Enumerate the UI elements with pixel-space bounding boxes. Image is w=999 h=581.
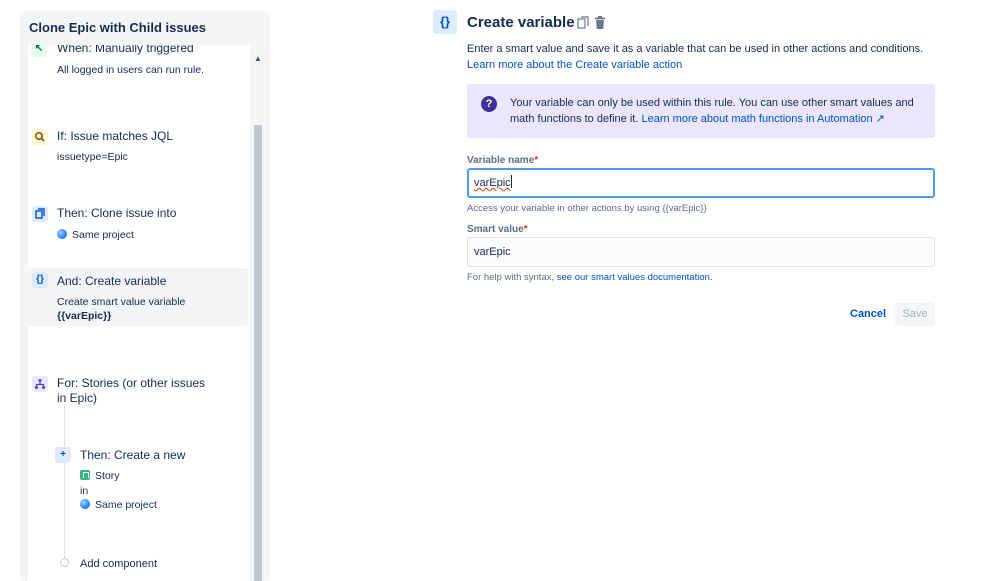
- globe-icon: [57, 229, 67, 239]
- search-icon: [32, 129, 48, 145]
- condition-title: If: Issue matches JQL: [57, 129, 174, 143]
- create-issue-project: Same project: [80, 498, 157, 512]
- branch-title-line1: For: Stories (or other issues: [57, 376, 206, 390]
- plus-icon: +: [55, 447, 71, 463]
- rule-item-create-variable[interactable]: {} And: Create variable Create smart val…: [28, 268, 248, 326]
- story-icon: [80, 470, 90, 480]
- create-issue-type: Story: [80, 469, 120, 483]
- rule-item-create-issue[interactable]: + Then: Create a new Story in Same proje…: [52, 439, 242, 519]
- copy-icon[interactable]: [577, 16, 589, 29]
- rule-item-branch[interactable]: For: Stories (or other issues in Epic): [28, 363, 248, 405]
- smart-value-label: Smart value*: [467, 224, 528, 235]
- cancel-button[interactable]: Cancel: [842, 303, 894, 325]
- trash-icon[interactable]: [594, 16, 606, 29]
- variable-name-input[interactable]: varEpic: [467, 168, 935, 198]
- branch-title-line2: in Epic): [57, 391, 98, 405]
- create-issue-in: in: [80, 485, 89, 497]
- config-title: Create variable: [467, 14, 575, 31]
- clone-subtitle: Same project: [57, 228, 134, 242]
- rule-panel: Clone Epic with Child issues ↖ When: Man…: [20, 11, 270, 581]
- add-component-dot: [60, 558, 69, 567]
- math-functions-link[interactable]: Learn more about math functions in Autom…: [641, 113, 884, 125]
- rule-item-clone[interactable]: Then: Clone issue into Same project: [28, 195, 248, 247]
- variable-name-label: Variable name*: [467, 155, 539, 166]
- rule-item-condition[interactable]: If: Issue matches JQL issuetype=Epic: [28, 117, 248, 169]
- smart-value-input[interactable]: varEpic: [467, 237, 935, 267]
- create-variable-subtitle: Create smart value variable: [57, 296, 186, 308]
- branch-icon: [32, 376, 48, 392]
- braces-icon: {}: [32, 272, 48, 288]
- list-scrollbar[interactable]: ▲: [252, 45, 264, 581]
- scroll-up-arrow-icon[interactable]: ▲: [254, 55, 262, 63]
- trigger-subtitle: All logged in users can run rule.: [57, 64, 205, 76]
- save-button[interactable]: Save: [895, 302, 935, 326]
- rule-title: Clone Epic with Child issues: [29, 20, 206, 35]
- scroll-thumb[interactable]: [254, 125, 262, 581]
- smart-values-docs-link[interactable]: see our smart values documentation.: [557, 272, 713, 283]
- braces-icon: {}: [433, 10, 457, 34]
- cursor-icon: ↖: [31, 45, 47, 57]
- create-issue-title: Then: Create a new: [80, 448, 186, 462]
- config-description: Enter a smart value and save it as a var…: [467, 43, 924, 71]
- create-variable-smart-value: {{varEpic}}: [57, 310, 112, 322]
- create-variable-title: And: Create variable: [57, 274, 167, 288]
- rule-item-trigger[interactable]: ↖ When: Manually triggered All logged in…: [28, 45, 248, 103]
- learn-more-create-variable-link[interactable]: Learn more about the Create variable act…: [467, 59, 682, 71]
- text-caret: [510, 175, 512, 188]
- condition-subtitle: issuetype=Epic: [57, 151, 128, 163]
- smart-value-help: For help with syntax, see our smart valu…: [467, 272, 713, 283]
- trigger-title: When: Manually triggered: [57, 45, 194, 55]
- copy-icon: [32, 206, 48, 222]
- question-icon: ?: [481, 96, 497, 112]
- clone-title: Then: Clone issue into: [57, 206, 177, 220]
- info-banner: ? Your variable can only be used within …: [467, 84, 935, 138]
- info-text: Your variable can only be used within th…: [510, 97, 914, 125]
- variable-name-help: Access your variable in other actions by…: [467, 203, 707, 214]
- rule-component-list: ↖ When: Manually triggered All logged in…: [28, 45, 250, 581]
- globe-icon: [80, 499, 90, 509]
